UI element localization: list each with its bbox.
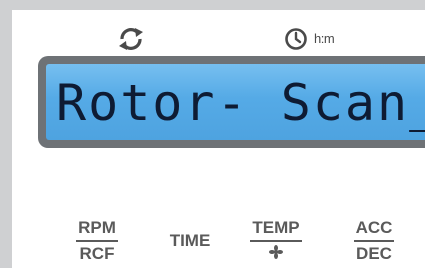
clock-unit-label: h:m — [314, 31, 335, 46]
temp-label: TEMP — [252, 218, 300, 237]
lcd-screen: Rotor- Scan_ — [46, 64, 425, 140]
clock-icon — [285, 28, 307, 50]
dec-label: DEC — [356, 244, 392, 263]
refresh-icon — [119, 28, 143, 50]
fan-icon — [269, 245, 283, 259]
acc-dec-button[interactable]: ACC DEC — [354, 218, 394, 263]
temp-divider — [250, 240, 302, 242]
rpm-label: RPM — [78, 218, 116, 237]
left-border — [0, 0, 12, 268]
rpm-rcf-button[interactable]: RPM RCF — [76, 218, 118, 263]
rcf-label: RCF — [79, 244, 115, 263]
temp-button[interactable]: TEMP — [250, 218, 302, 259]
acc-label: ACC — [355, 218, 393, 237]
lcd-svg: Rotor- Scan_ — [56, 74, 425, 132]
acc-divider — [354, 240, 394, 242]
time-button[interactable]: TIME — [164, 231, 216, 251]
lcd-display-text: Rotor- Scan_ — [56, 74, 425, 132]
time-label: TIME — [169, 231, 211, 250]
top-border — [0, 0, 425, 10]
rpm-divider — [76, 240, 118, 242]
